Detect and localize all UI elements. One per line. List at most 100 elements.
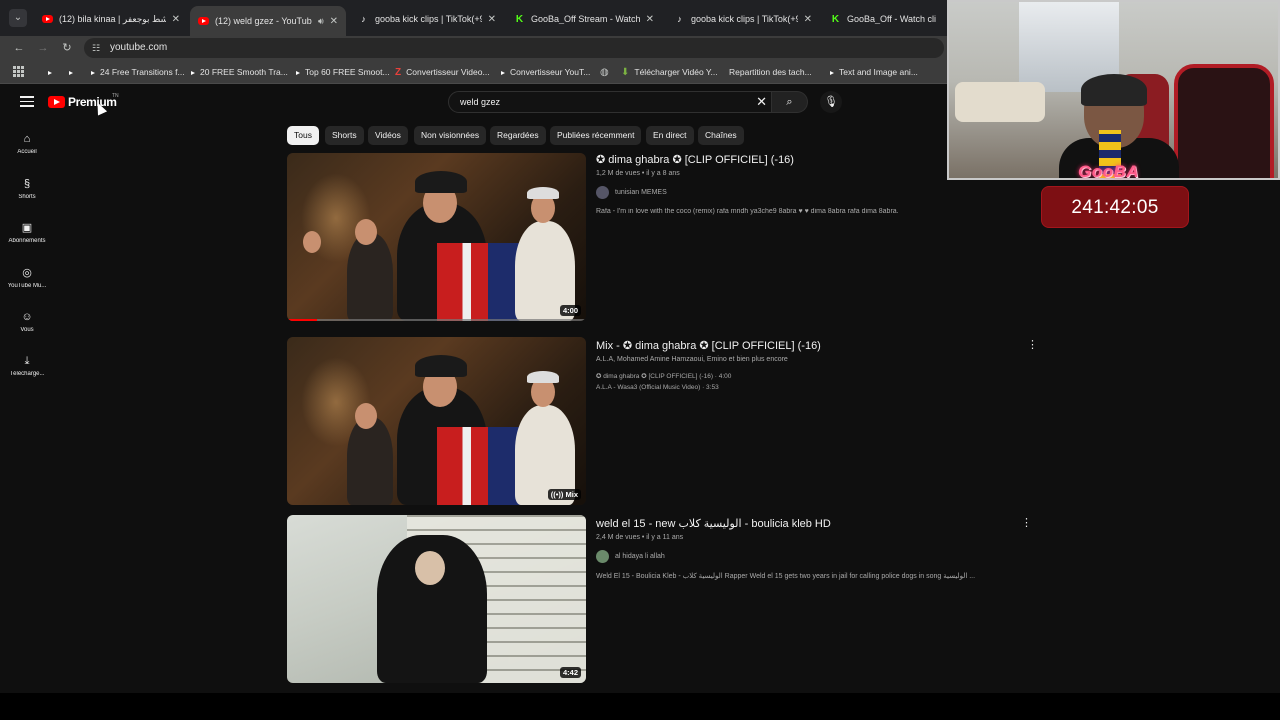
video-result[interactable]: 4:42 weld el 15 - new الوليسية كلاب - bo… xyxy=(287,515,1047,683)
browser-tab-active[interactable]: (12) weld gzez - YouTube 🔊︎ ✕ xyxy=(190,6,346,36)
channel-name[interactable]: tunisian MEMES xyxy=(615,189,667,196)
youtube-icon xyxy=(198,16,209,27)
video-title[interactable]: Mix - ✪ dima ghabra ✪ [CLIP OFFICIEL] (-… xyxy=(596,339,1036,352)
close-icon[interactable]: ✕ xyxy=(330,16,338,27)
video-info: weld el 15 - new الوليسية كلاب - boulici… xyxy=(596,517,1036,580)
bookmark-label: Text and Image ani... xyxy=(839,67,918,77)
guide-item-music[interactable]: ◎ YouTube Mu... xyxy=(4,262,50,302)
guide-item-you[interactable]: ☺ Vous xyxy=(4,306,50,346)
menu-icon[interactable] xyxy=(20,96,34,107)
bookmark-label: Convertisseur YouT... xyxy=(510,67,591,77)
bookmark[interactable]: Text and Image ani... xyxy=(826,65,918,79)
guide-item-home[interactable]: ⌂ Accueil xyxy=(4,128,50,168)
search-button[interactable]: ⌕ xyxy=(772,91,808,113)
browser-tab[interactable]: K GooBa_Off Stream - Watch Live ✕ xyxy=(506,6,662,32)
bookmark[interactable]: ⬇ Télécharger Vidéo Y... xyxy=(621,65,718,79)
bookmark[interactable]: 24 Free Transitions f... xyxy=(87,65,185,79)
channel-name[interactable]: al hidaya li allah xyxy=(615,553,665,560)
watch-progress-fill xyxy=(287,319,317,321)
forward-arrow-icon[interactable]: → xyxy=(35,40,51,56)
chip-channels[interactable]: Chaînes xyxy=(698,126,744,145)
globe-icon: ◍ xyxy=(600,66,609,78)
bookmark-label: Télécharger Vidéo Y... xyxy=(634,67,718,77)
bookmark[interactable]: 20 FREE Smooth Tra... xyxy=(187,65,288,79)
guide-item-subscriptions[interactable]: ▣ Abonnements xyxy=(4,217,50,257)
watch-progress-bar xyxy=(287,319,586,321)
bookmark[interactable]: Repartition des tach... xyxy=(724,65,812,79)
guide-label: YouTube Mu... xyxy=(7,283,47,289)
browser-tab[interactable]: ♪ gooba kick clips | TikTok(+99) ✕ xyxy=(350,6,504,32)
chip-recent[interactable]: Publiées récemment xyxy=(550,126,642,145)
search-icon: ⌕ xyxy=(786,96,793,108)
close-icon[interactable]: ✕ xyxy=(172,14,180,25)
mix-result[interactable]: ((•)) Mix Mix - ✪ dima ghabra ✪ [CLIP OF… xyxy=(287,337,1047,505)
bookmark[interactable]: Convertisseur YouT... xyxy=(497,65,590,79)
guide-item-downloads[interactable]: ⤓ Télécharge... xyxy=(4,350,50,390)
youtube-premium-logo[interactable]: Premium xyxy=(48,95,117,109)
bookmark[interactable]: ◍ xyxy=(600,65,614,79)
youtube-icon xyxy=(42,14,53,25)
address-bar[interactable]: ☷ youtube.com xyxy=(84,38,944,58)
channel-row[interactable]: al hidaya li allah xyxy=(596,550,1036,563)
browser-tab[interactable]: ♪ gooba kick clips | TikTok(+99) ✕ xyxy=(666,6,820,32)
bookmark[interactable]: Z Convertisseur Video... xyxy=(395,65,490,79)
bookmark[interactable] xyxy=(44,65,57,79)
tab-title: gooba kick clips | TikTok(+99) xyxy=(691,14,798,24)
youtube-icon xyxy=(65,69,73,75)
guide-label: Accueil xyxy=(17,149,37,155)
guide-label: Abonnements xyxy=(8,238,46,244)
voice-search-button[interactable]: 🎙︎ xyxy=(820,91,842,113)
channel-row[interactable]: tunisian MEMES xyxy=(596,186,1036,199)
bookmark[interactable] xyxy=(65,65,78,79)
video-thumbnail[interactable]: 4:00 xyxy=(287,153,586,321)
stream-timer: 241:42:05 xyxy=(1041,186,1189,228)
youtube-icon xyxy=(497,69,505,75)
reload-icon[interactable]: ↻ xyxy=(59,40,75,56)
kick-icon: K xyxy=(515,13,524,25)
browser-tab[interactable]: K GooBa_Off - Watch clips on xyxy=(822,6,944,32)
duration-badge: 4:42 xyxy=(559,667,581,678)
browser-tab[interactable]: (12) bila kinaa | في شط بوجعفر ✕ xyxy=(34,6,188,32)
guide-label: Vous xyxy=(20,327,34,333)
video-thumbnail[interactable]: 4:42 xyxy=(287,515,586,683)
search-input[interactable]: weld gzez ✕ xyxy=(448,91,772,113)
youtube-icon xyxy=(87,69,95,75)
mix-track[interactable]: ✪ dima ghabra ✪ [CLIP OFFICIEL] (-16) · … xyxy=(596,372,1036,380)
chip-unwatched[interactable]: Non visionnées xyxy=(414,126,487,145)
chip-shorts[interactable]: Shorts xyxy=(325,126,364,145)
tab-search-button[interactable]: ⌄ xyxy=(9,9,27,27)
apps-grid-icon[interactable] xyxy=(13,66,24,77)
subscriptions-icon: ▣ xyxy=(21,222,33,234)
bookmark[interactable]: Top 60 FREE Smoot... xyxy=(292,65,390,79)
more-options-icon[interactable]: ⋮ xyxy=(1021,517,1032,529)
speaker-icon[interactable]: 🔊︎ xyxy=(318,16,324,27)
chip-watched[interactable]: Regardées xyxy=(490,126,546,145)
chip-videos[interactable]: Vidéos xyxy=(368,126,408,145)
channel-avatar[interactable] xyxy=(596,550,609,563)
close-icon[interactable]: ✕ xyxy=(488,14,496,25)
mix-track[interactable]: A.L.A - Wasa3 (Official Music Video) · 3… xyxy=(596,384,1036,391)
close-icon[interactable]: ✕ xyxy=(646,14,654,25)
streamer-webcam xyxy=(947,0,1280,180)
video-title[interactable]: weld el 15 - new الوليسية كلاب - boulici… xyxy=(596,517,1036,530)
kick-icon: K xyxy=(831,13,840,25)
video-description: Weld El 15 - Boulicia Kleb - الوليسية كل… xyxy=(596,573,976,580)
logo-country-code: TN xyxy=(112,93,119,99)
microphone-icon: 🎙︎ xyxy=(824,96,838,108)
mix-artists: A.L.A, Mohamed Amine Hamzaoui, Emino et … xyxy=(596,356,788,363)
home-icon: ⌂ xyxy=(23,133,31,145)
chip-all[interactable]: Tous xyxy=(287,126,319,145)
mix-thumbnail[interactable]: ((•)) Mix xyxy=(287,337,586,505)
bookmark-label: Repartition des tach... xyxy=(729,67,812,77)
channel-avatar[interactable] xyxy=(596,186,609,199)
video-result[interactable]: 4:00 ✪ dima ghabra ✪ [CLIP OFFICIEL] (-1… xyxy=(287,153,1047,321)
back-arrow-icon[interactable]: ← xyxy=(11,40,27,56)
more-options-icon[interactable]: ⋮ xyxy=(1027,339,1038,351)
site-info-icon[interactable]: ☷ xyxy=(92,42,104,54)
chip-live[interactable]: En direct xyxy=(646,126,694,145)
clear-search-icon[interactable]: ✕ xyxy=(756,95,767,109)
close-icon[interactable]: ✕ xyxy=(804,14,812,25)
mix-badge: ((•)) Mix xyxy=(547,489,581,500)
youtube-icon xyxy=(292,69,300,75)
guide-item-shorts[interactable]: § Shorts xyxy=(4,173,50,213)
